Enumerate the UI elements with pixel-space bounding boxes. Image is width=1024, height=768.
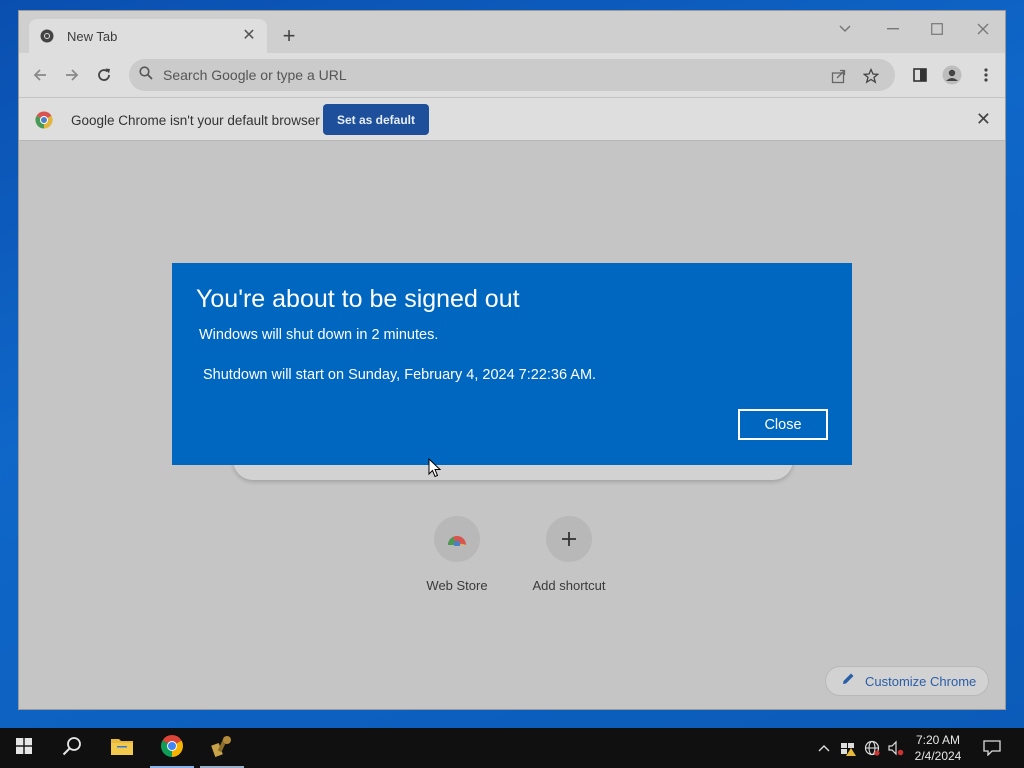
shortcut-label: Web Store (426, 578, 488, 593)
tool-app-icon (210, 734, 234, 763)
dialog-close-button[interactable]: Close (738, 409, 828, 440)
dialog-message: Windows will shut down in 2 minutes. (199, 327, 439, 343)
mouse-cursor-icon (428, 457, 442, 483)
show-hidden-icons-chevron-icon[interactable] (814, 738, 834, 758)
tab-strip: New Tab ✕ + (19, 11, 1005, 53)
plus-icon (546, 516, 592, 562)
omnibox[interactable]: Search Google or type a URL (129, 59, 895, 91)
signout-dialog: You're about to be signed out Windows wi… (172, 263, 852, 465)
share-icon[interactable] (829, 66, 849, 86)
search-icon (139, 65, 153, 85)
start-button[interactable] (0, 728, 48, 768)
omnibox-placeholder: Search Google or type a URL (163, 67, 347, 83)
tab-search-icon[interactable] (833, 17, 857, 41)
web-store-icon (434, 516, 480, 562)
taskbar-file-explorer[interactable] (98, 728, 146, 768)
maximize-button[interactable] (925, 17, 949, 41)
taskbar-tool-app[interactable] (198, 728, 246, 768)
side-panel-icon[interactable] (909, 64, 931, 86)
customize-chrome-label: Customize Chrome (865, 673, 977, 689)
file-explorer-icon (111, 737, 133, 760)
security-icon[interactable] (838, 738, 858, 758)
minimize-button[interactable] (881, 17, 905, 41)
close-window-button[interactable] (971, 17, 995, 41)
chrome-logo-icon (35, 111, 53, 129)
clock-time: 7:20 AM (915, 733, 961, 747)
reload-button[interactable] (93, 64, 115, 86)
taskbar-chrome[interactable] (148, 728, 196, 768)
toolbar: Search Google or type a URL (19, 53, 1005, 97)
menu-kebab-icon[interactable] (975, 64, 997, 86)
clock-date: 2/4/2024 (914, 749, 962, 763)
start-icon (16, 737, 32, 759)
customize-chrome-button[interactable]: Customize Chrome (825, 666, 989, 696)
infobar-message: Google Chrome isn't your default browser (71, 113, 320, 128)
infobar-close-icon[interactable]: ✕ (976, 110, 991, 128)
profile-avatar-icon[interactable] (941, 64, 963, 86)
taskbar: 7:20 AM 2/4/2024 (0, 728, 1024, 768)
dialog-shutdown-time: Shutdown will start on Sunday, February … (203, 367, 597, 383)
tab-title: New Tab (67, 28, 118, 44)
new-tab-button[interactable]: + (277, 25, 301, 47)
shortcut-label: Add shortcut (532, 578, 606, 593)
tab-close-icon[interactable]: ✕ (241, 28, 257, 44)
shortcut-add[interactable]: Add shortcut (519, 516, 619, 593)
set-as-default-button[interactable]: Set as default (323, 104, 429, 135)
taskbar-clock[interactable]: 7:20 AM 2/4/2024 (902, 732, 974, 764)
default-browser-infobar: Google Chrome isn't your default browser… (19, 97, 1005, 141)
shortcut-web-store[interactable]: Web Store (407, 516, 507, 593)
bookmark-star-icon[interactable] (861, 66, 881, 86)
network-globe-icon[interactable] (862, 738, 882, 758)
tab-new-tab[interactable]: New Tab ✕ (29, 19, 267, 53)
pencil-icon (842, 672, 855, 690)
search-icon (62, 736, 82, 761)
chrome-icon (160, 734, 184, 763)
forward-button[interactable] (61, 64, 83, 86)
taskbar-search-button[interactable] (48, 728, 96, 768)
chrome-favicon-icon (39, 28, 55, 44)
dialog-title: You're about to be signed out (196, 285, 520, 313)
back-button[interactable] (29, 64, 51, 86)
notification-center-icon[interactable] (982, 738, 1002, 758)
